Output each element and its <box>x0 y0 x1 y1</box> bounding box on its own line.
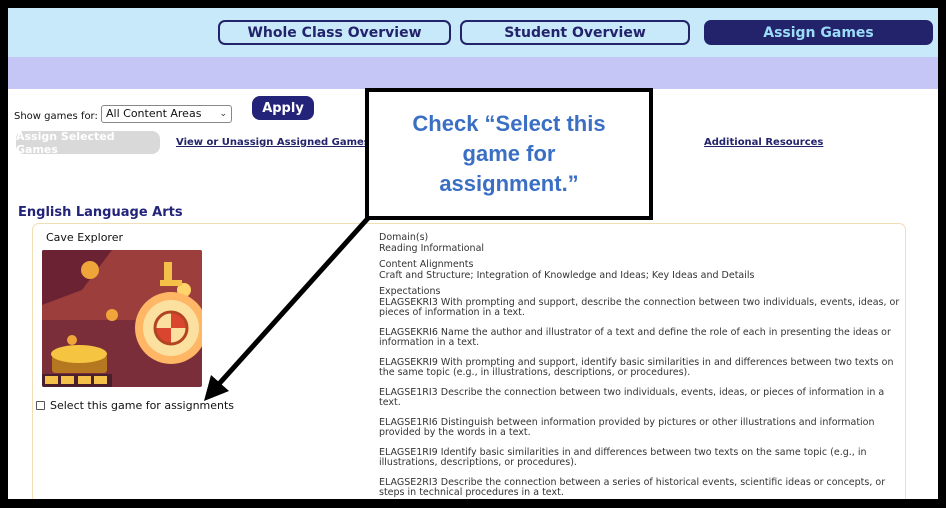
tab-student-overview[interactable]: Student Overview <box>460 20 690 45</box>
game-title: Cave Explorer <box>46 231 123 244</box>
instruction-callout: Check “Select this game for assignment.” <box>365 88 653 220</box>
callout-text: Check “Select this game for assignment.” <box>412 111 606 196</box>
select-game-label: Select this game for assignments <box>50 399 235 412</box>
tab-whole-class-overview[interactable]: Whole Class Overview <box>218 20 451 45</box>
expectation-item: ELAGSEKRI3 With prompting and support, d… <box>379 296 900 318</box>
content-area-select-value: All Content Areas <box>106 107 202 120</box>
cave-explorer-thumbnail[interactable] <box>42 250 202 387</box>
top-nav-bar: Whole Class Overview Student Overview As… <box>8 8 938 57</box>
select-game-checkbox-row[interactable]: Select this game for assignments <box>36 399 234 412</box>
assign-selected-games-button[interactable]: Assign Selected Games <box>16 130 160 156</box>
domain-block: Domain(s) Reading Informational <box>379 232 907 254</box>
expectation-item: ELAGSE1RI9 Identify basic similarities i… <box>379 446 867 468</box>
domain-value: Reading Informational <box>379 242 485 254</box>
expectation-item: ELAGSEKRI6 Name the author and illustrat… <box>379 326 891 348</box>
domain-heading: Domain(s) <box>379 232 429 243</box>
sub-header-bar <box>8 57 938 89</box>
view-unassign-link[interactable]: View or Unassign Assigned Games <box>176 137 370 148</box>
game-details: Domain(s) Reading Informational Content … <box>379 232 907 499</box>
app-frame: Whole Class Overview Student Overview As… <box>8 8 938 499</box>
select-game-checkbox[interactable] <box>36 401 45 410</box>
alignments-heading: Content Alignments <box>379 259 474 270</box>
expectations-heading: Expectations <box>379 286 441 297</box>
expectations-block: Expectations ELAGSEKRI3 With prompting a… <box>379 286 907 499</box>
content-area-select[interactable]: All Content Areas ⌄ <box>101 105 232 123</box>
apply-button[interactable]: Apply <box>252 96 314 120</box>
expectation-item: ELAGSE1RI6 Distinguish between informati… <box>379 416 875 438</box>
additional-resources-link[interactable]: Additional Resources <box>704 137 823 148</box>
expectation-item: ELAGSE1RI3 Describe the connection betwe… <box>379 386 885 408</box>
alignments-block: Content Alignments Craft and Structure; … <box>379 259 907 281</box>
expectation-item: ELAGSEKRI9 With prompting and support, i… <box>379 356 894 378</box>
chevron-down-icon: ⌄ <box>219 109 227 119</box>
filter-label: Show games for: <box>14 111 98 122</box>
expectation-item: ELAGSE2RI3 Describe the connection betwe… <box>379 476 886 498</box>
section-title: English Language Arts <box>18 205 183 220</box>
alignments-value: Craft and Structure; Integration of Know… <box>379 269 755 281</box>
tab-assign-games[interactable]: Assign Games <box>704 20 933 45</box>
